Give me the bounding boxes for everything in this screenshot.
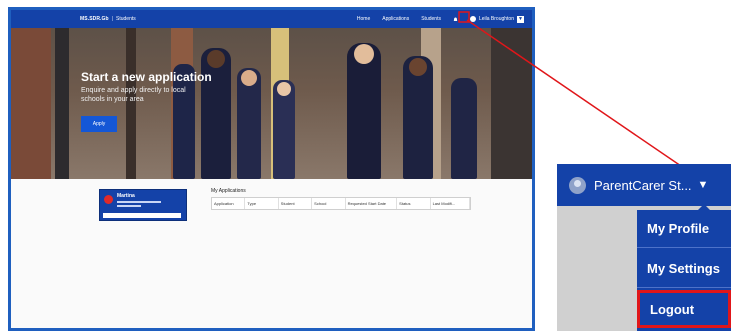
- nav-home[interactable]: Home: [357, 16, 370, 22]
- column-header[interactable]: Student: [279, 198, 313, 209]
- user-menu-header[interactable]: ParentCarer St... ▼: [557, 164, 731, 206]
- user-dropdown-menu: My Profile My Settings Logout: [637, 210, 731, 331]
- user-name: ParentCarer St...: [594, 177, 692, 193]
- child-face: [354, 44, 374, 64]
- profile-detail-line: [117, 201, 161, 203]
- nav-applications[interactable]: Applications: [382, 16, 409, 22]
- column-header[interactable]: Application: [212, 198, 246, 209]
- column-header[interactable]: Status: [397, 198, 431, 209]
- avatar: [104, 195, 113, 204]
- child-figure: [451, 78, 477, 179]
- menu-item-my-profile[interactable]: My Profile: [637, 210, 731, 248]
- profile-detail-line: [117, 205, 141, 207]
- app-screenshot: MS.SDR.Gb | Students Home Applications S…: [8, 7, 535, 331]
- child-face: [409, 58, 427, 76]
- zoomed-user-menu: ParentCarer St... ▼ My Profile My Settin…: [557, 164, 731, 331]
- avatar-icon: [569, 176, 586, 194]
- profile-actions-bar[interactable]: [103, 213, 181, 218]
- bell-icon[interactable]: [453, 17, 458, 22]
- hero-banner: Start a new application Enquire and appl…: [11, 28, 532, 179]
- caret-down-icon[interactable]: ▼: [698, 179, 709, 191]
- bg-brick-wall: [11, 28, 51, 179]
- apply-button[interactable]: Apply: [81, 116, 117, 132]
- column-header[interactable]: Requested Start Date: [346, 198, 398, 209]
- nav-links: Home Applications Students Leila Brought…: [357, 15, 524, 23]
- brand-separator: |: [111, 16, 113, 22]
- menu-item-my-settings[interactable]: My Settings: [637, 250, 731, 288]
- brand-section: Students: [116, 16, 136, 22]
- column-header[interactable]: Last Modifi...: [431, 198, 471, 209]
- column-header[interactable]: School: [312, 198, 346, 209]
- user-menu-mini[interactable]: Leila Broughton ▼: [469, 15, 524, 23]
- bg-pillar: [491, 28, 532, 179]
- bg-pillar: [55, 28, 69, 179]
- hero-subtitle: Enquire and apply directly to local scho…: [81, 87, 186, 103]
- column-header[interactable]: Type: [245, 198, 279, 209]
- child-face: [277, 82, 291, 96]
- my-applications-title: My Applications: [211, 188, 246, 194]
- dashboard-content: Martina My Applications Application Type…: [11, 179, 532, 328]
- user-short-name: Leila Broughton: [478, 16, 514, 22]
- child-face: [207, 50, 225, 68]
- profile-card[interactable]: Martina: [99, 189, 187, 221]
- top-navbar: MS.SDR.Gb | Students Home Applications S…: [11, 10, 532, 28]
- nav-students[interactable]: Students: [421, 16, 441, 22]
- applications-table-header: Application Type Student School Requeste…: [211, 197, 471, 210]
- caret-down-icon[interactable]: ▼: [517, 15, 524, 23]
- profile-name: Martina: [117, 193, 135, 199]
- brand-logo[interactable]: MS.SDR.Gb: [80, 16, 109, 22]
- child-face: [241, 70, 257, 86]
- menu-item-logout[interactable]: Logout: [637, 290, 731, 328]
- lock-icon: [469, 16, 476, 22]
- hero-title: Start a new application: [81, 70, 212, 84]
